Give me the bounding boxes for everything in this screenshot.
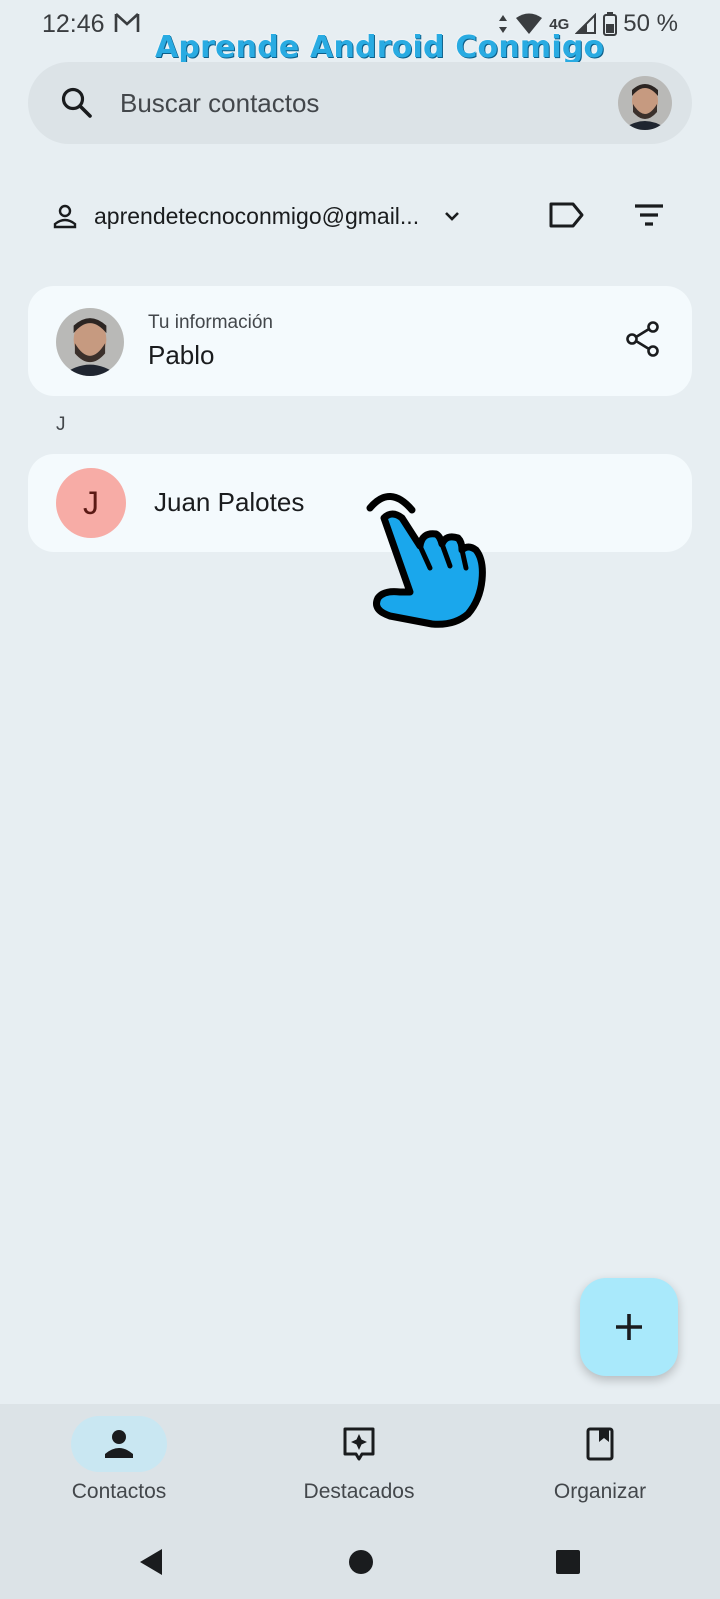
account-email: aprendetecnoconmigo@gmail... <box>94 202 420 229</box>
chevron-down-icon[interactable] <box>441 205 463 227</box>
my-info-caption: Tu información <box>148 312 273 333</box>
nav-label: Contactos <box>71 1480 167 1503</box>
add-icon <box>616 1314 642 1340</box>
account-row[interactable]: aprendetecnoconmigo@gmail... <box>52 196 672 236</box>
nav-item-organizar[interactable]: Organizar <box>500 1416 700 1516</box>
section-header-letter: J <box>56 414 66 435</box>
filter-icon[interactable] <box>632 200 666 230</box>
person-icon <box>105 1430 133 1458</box>
bookmark-icon <box>586 1427 614 1461</box>
search-placeholder: Buscar contactos <box>120 87 320 118</box>
nav-item-contactos[interactable]: Contactos <box>19 1416 219 1516</box>
highlights-icon <box>343 1427 375 1461</box>
battery-icon <box>603 12 618 36</box>
label-icon[interactable] <box>548 198 586 232</box>
contact-avatar: J <box>56 468 126 538</box>
nav-item-destacados[interactable]: Destacados <box>259 1416 459 1516</box>
status-time: 12:46 <box>42 10 105 38</box>
search-bar[interactable]: Buscar contactos <box>28 62 692 144</box>
home-icon[interactable] <box>347 1546 375 1578</box>
battery-level: 50 % <box>623 10 678 37</box>
search-icon <box>61 87 92 118</box>
gmail-icon <box>114 12 140 39</box>
nav-icon-container <box>311 1416 407 1472</box>
share-icon[interactable] <box>624 320 662 358</box>
nav-active-indicator <box>71 1416 167 1472</box>
bottom-navigation: Contactos Destacados Organizar <box>0 1404 720 1524</box>
my-info-name: Pablo <box>148 340 215 370</box>
account-avatar[interactable] <box>618 76 672 130</box>
person-icon <box>53 204 77 229</box>
my-avatar <box>56 308 124 376</box>
contact-name: Juan Palotes <box>154 487 305 517</box>
add-contact-button[interactable] <box>580 1278 678 1376</box>
watermark: Aprende Android Conmigo <box>155 30 605 65</box>
nav-label: Destacados <box>303 1480 415 1503</box>
nav-label: Organizar <box>553 1480 647 1503</box>
nav-icon-container <box>552 1416 648 1472</box>
my-info-card[interactable]: Tu información Pablo <box>28 286 692 396</box>
system-navigation-bar <box>0 1524 720 1599</box>
recents-icon[interactable] <box>554 1546 582 1578</box>
tap-hand-icon <box>366 493 486 628</box>
back-icon[interactable] <box>136 1546 166 1578</box>
